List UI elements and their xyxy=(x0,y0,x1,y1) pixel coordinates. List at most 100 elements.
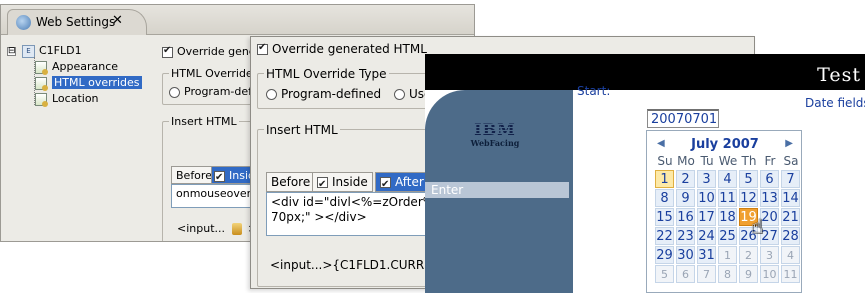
radio-program-defined[interactable]: Program-defined xyxy=(266,87,381,101)
tree-item-appearance[interactable]: Appearance xyxy=(35,59,118,75)
subtab-before[interactable]: Before xyxy=(266,172,316,192)
group-title: Insert HTML xyxy=(264,123,340,137)
webfacing-test-page: Test IBM WebFacing Enter Start: Date fie… xyxy=(425,54,865,293)
calendar-day[interactable]: 11 xyxy=(781,265,800,283)
tree-item-location[interactable]: Location xyxy=(35,91,99,107)
tree-item-label: Appearance xyxy=(52,60,119,73)
day-of-week-label: We xyxy=(718,154,738,168)
calendar-day[interactable]: 13 xyxy=(760,189,779,207)
input-preview: <input...>{C1FLD1.CURREN xyxy=(270,258,441,272)
calendar-day[interactable]: 11 xyxy=(718,189,737,207)
close-icon[interactable]: ✕ xyxy=(112,13,123,28)
collapse-icon[interactable]: ⊟ xyxy=(7,46,16,56)
input-preview-text: <input... xyxy=(177,222,226,235)
calendar-day[interactable]: 1 xyxy=(718,246,737,264)
screenshot-stage: Web Settings ✕ ⊟ E C1FLD1 Appearance HTML … xyxy=(0,0,865,293)
page-icon xyxy=(35,60,48,75)
tree-item-html-overrides[interactable]: HTML overrides xyxy=(35,75,142,91)
insert-html-group: Insert HTML Before Insid onmouseover=" <… xyxy=(162,115,281,241)
radio-icon[interactable] xyxy=(394,89,405,100)
calendar-day[interactable]: 22 xyxy=(655,227,674,245)
day-of-week-label: Tu xyxy=(700,154,714,168)
calendar-day[interactable]: 17 xyxy=(697,208,716,226)
calendar-day[interactable]: 15 xyxy=(655,208,674,226)
start-label: Start: xyxy=(577,84,611,98)
tree-item-label: HTML overrides xyxy=(52,76,142,89)
enter-button[interactable]: Enter xyxy=(425,182,569,198)
calendar-day[interactable]: 3 xyxy=(760,246,779,264)
checkbox-icon[interactable] xyxy=(317,175,328,194)
group-title: Insert HTML xyxy=(169,115,239,128)
page-header: Test xyxy=(425,54,865,90)
subtab-label: Inside xyxy=(332,175,368,189)
date-picker-calendar: ◀ July 2007 ▶ Su Mo Tu We Th Fr Sa 1 2 3 4 5 6 7 8 9 10 1… xyxy=(646,130,802,293)
wizard-icon[interactable] xyxy=(231,223,242,235)
calendar-day[interactable]: 3 xyxy=(697,170,716,188)
calendar-day[interactable]: 5 xyxy=(655,265,674,283)
calendar-day[interactable]: 8 xyxy=(718,265,737,283)
calendar-day[interactable]: 28 xyxy=(781,227,800,245)
next-month-icon[interactable]: ▶ xyxy=(785,138,793,149)
override-label: Override generated HTML xyxy=(272,42,427,56)
calendar-day[interactable]: 10 xyxy=(760,265,779,283)
calendar-day[interactable]: 2 xyxy=(676,170,695,188)
subtab-label: After xyxy=(395,175,424,189)
day-of-week-label: Sa xyxy=(783,154,799,168)
calendar-day[interactable]: 10 xyxy=(697,189,716,207)
calendar-day[interactable]: 6 xyxy=(676,265,695,283)
checkbox-icon[interactable] xyxy=(214,169,225,186)
calendar-day[interactable]: 25 xyxy=(718,227,737,245)
hand-pointer-icon: ☝ xyxy=(751,214,764,238)
date-fields-link[interactable]: Date fields xyxy=(805,96,865,110)
page-title: Test xyxy=(817,64,861,86)
calendar-day[interactable]: 29 xyxy=(655,246,674,264)
calendar-day[interactable]: 1 xyxy=(655,170,674,188)
override-generated-html-checkbox[interactable]: Override generated HTML xyxy=(257,42,427,56)
calendar-day[interactable]: 7 xyxy=(781,170,800,188)
page-icon xyxy=(35,76,48,91)
calendar-day[interactable]: 21 xyxy=(781,208,800,226)
radio-label: Program-defined xyxy=(281,87,382,101)
start-date-input[interactable]: 20070701 xyxy=(647,109,719,128)
day-of-week-label: Su xyxy=(657,154,673,168)
page-icon xyxy=(35,92,48,107)
calendar-day[interactable]: 30 xyxy=(676,246,695,264)
web-settings-icon xyxy=(16,15,31,30)
calendar-day[interactable]: 23 xyxy=(676,227,695,245)
subtab-inside[interactable]: Inside xyxy=(312,172,373,194)
radio-icon[interactable] xyxy=(266,89,277,100)
calendar-day[interactable]: 4 xyxy=(781,246,800,264)
calendar-day[interactable]: 6 xyxy=(760,170,779,188)
calendar-day[interactable]: 8 xyxy=(655,189,674,207)
tab-web-settings[interactable]: Web Settings ✕ xyxy=(7,9,147,35)
tree-root[interactable]: ⊟ E C1FLD1 xyxy=(7,43,82,59)
checkbox-icon[interactable] xyxy=(380,175,391,194)
html-override-type-group: HTML Override Ty Program-defin xyxy=(162,67,270,105)
calendar-day[interactable]: 2 xyxy=(739,246,758,264)
calendar-day[interactable]: 4 xyxy=(718,170,737,188)
tab-label: Web Settings xyxy=(36,15,116,29)
calendar-day[interactable]: 31 xyxy=(697,246,716,264)
checkbox-icon[interactable] xyxy=(257,42,268,55)
calendar-day[interactable]: 9 xyxy=(739,265,758,283)
calendar-day[interactable]: 7 xyxy=(697,265,716,283)
calendar-day[interactable]: 16 xyxy=(676,208,695,226)
calendar-header: ◀ July 2007 ▶ xyxy=(647,135,803,153)
calendar-day[interactable]: 5 xyxy=(739,170,758,188)
day-of-week-label: Fr xyxy=(764,154,776,168)
calendar-day[interactable]: 9 xyxy=(676,189,695,207)
group-title: HTML Override Type xyxy=(264,67,389,81)
radio-program-defined[interactable]: Program-defin xyxy=(169,85,262,98)
checkbox-icon[interactable] xyxy=(162,45,173,58)
tree-root-label: C1FLD1 xyxy=(39,44,82,57)
field-icon: E xyxy=(22,44,35,58)
calendar-day[interactable]: 12 xyxy=(739,189,758,207)
radio-icon[interactable] xyxy=(169,86,180,98)
calendar-day[interactable]: 18 xyxy=(718,208,737,226)
editor-tab-bar: Web Settings ✕ xyxy=(1,5,474,35)
day-of-week-label: Th xyxy=(741,154,757,168)
calendar-day[interactable]: 24 xyxy=(697,227,716,245)
day-of-week-label: Mo xyxy=(677,154,695,168)
calendar-day[interactable]: 14 xyxy=(781,189,800,207)
ibm-webfacing-logo: IBM WebFacing xyxy=(467,122,523,152)
